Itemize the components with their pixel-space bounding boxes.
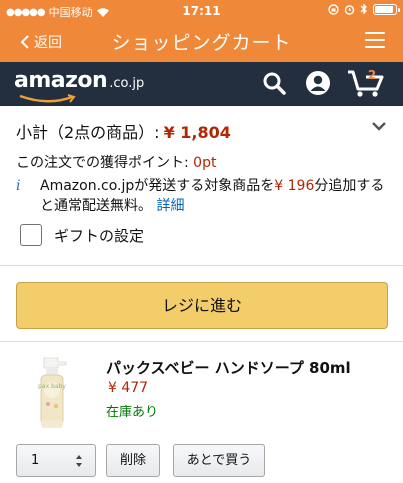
gift-option[interactable]: ギフトの設定 <box>20 224 144 246</box>
product-title[interactable]: パックスベビー ハンドソープ 80ml <box>106 357 351 378</box>
top-bar: ●●●●● 中国移动 17:11 返回 ショッピングカート <box>0 0 403 62</box>
updown-icon <box>76 455 82 467</box>
logo-text: amazon <box>14 68 108 93</box>
details-link[interactable]: 詳細 <box>156 198 184 214</box>
gift-checkbox[interactable] <box>20 224 42 246</box>
points-label: この注文での獲得ポイント: <box>16 155 194 171</box>
smile-arrow-icon <box>19 94 76 103</box>
shipping-amount: ¥ 196 <box>274 178 315 194</box>
subtotal-price: ¥ 1,804 <box>163 123 231 142</box>
quantity-value: 1 <box>31 453 40 468</box>
gift-label: ギフトの設定 <box>54 226 145 245</box>
product-image[interactable]: pax baby <box>28 356 78 430</box>
amazon-header: amazon .co.jp 2 <box>0 62 403 106</box>
subtotal-label: 小計（2点の商品）: <box>16 123 160 142</box>
lock-rotation-icon <box>328 3 339 15</box>
amazon-logo[interactable]: amazon .co.jp <box>14 68 145 103</box>
points-value: 0pt <box>193 155 217 171</box>
product-image-brand: pax baby <box>38 383 66 390</box>
quantity-select[interactable]: 1 <box>16 444 96 477</box>
info-icon: i <box>16 178 21 194</box>
account-icon[interactable] <box>305 70 331 96</box>
divider <box>0 341 403 342</box>
save-for-later-button[interactable]: あとで買う <box>173 444 265 477</box>
points-line: この注文での獲得ポイント: 0pt <box>16 152 216 172</box>
alarm-icon <box>344 4 355 15</box>
search-icon[interactable] <box>262 71 286 95</box>
cart-count-badge: 2 <box>367 68 377 82</box>
menu-button[interactable] <box>365 32 385 48</box>
checkout-button[interactable]: レジに進む <box>16 282 388 329</box>
chevron-down-icon[interactable] <box>371 120 387 132</box>
hamburger-icon <box>365 32 385 34</box>
bluetooth-icon <box>360 3 367 15</box>
divider <box>0 265 403 266</box>
logo-tld: .co.jp <box>109 76 145 91</box>
shipping-info: i Amazon.co.jpが発送する対象商品を¥ 196分追加すると通常配送無… <box>16 176 388 216</box>
battery-icon <box>373 3 400 15</box>
status-bar: ●●●●● 中国移动 17:11 <box>0 0 403 22</box>
page-title: ショッピングカート <box>111 32 292 54</box>
delete-button[interactable]: 削除 <box>106 444 160 477</box>
stock-status: 在庫あり <box>106 405 159 420</box>
shipping-text-before: Amazon.co.jpが発送する対象商品を <box>40 178 275 194</box>
nav-bar: 返回 ショッピングカート <box>0 24 403 60</box>
subtotal-line: 小計（2点の商品）: ¥ 1,804 <box>16 119 231 143</box>
product-price: ¥ 477 <box>108 380 149 396</box>
